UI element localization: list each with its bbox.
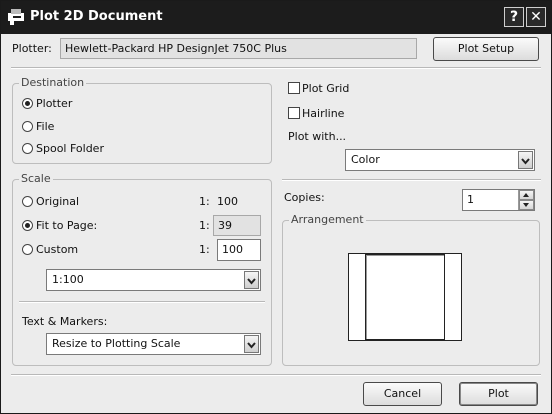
- text-markers-value: Resize to Plotting Scale: [52, 337, 181, 350]
- scale-custom-ratio: 1:: [199, 243, 210, 256]
- plotter-name-field: Hewlett-Packard HP DesignJet 750C Plus: [60, 38, 417, 59]
- copies-label: Copies:: [284, 191, 325, 204]
- arrangement-sheet-preview: [348, 253, 462, 341]
- chevron-down-icon: [521, 158, 530, 165]
- scale-fit-value-field: 39: [213, 215, 261, 236]
- copies-decrement-button[interactable]: [519, 200, 534, 210]
- plot-with-label: Plot with...: [288, 130, 347, 143]
- divider-scale: [19, 301, 265, 303]
- triangle-up-icon: [523, 193, 529, 197]
- close-icon: ✕: [530, 9, 542, 25]
- copies-stepper[interactable]: [518, 190, 534, 210]
- scale-original-ratio: 1:: [199, 195, 210, 208]
- arrangement-legend: Arrangement: [289, 213, 366, 226]
- hairline-label[interactable]: Hairline: [302, 107, 344, 120]
- scale-original-radio[interactable]: [22, 196, 33, 207]
- plot-button[interactable]: Plot: [459, 382, 538, 406]
- destination-legend: Destination: [19, 76, 87, 89]
- plot-with-value: Color: [351, 153, 380, 166]
- text-markers-label: Text & Markers:: [22, 315, 108, 328]
- scale-preset-dropdown-button[interactable]: [244, 271, 259, 289]
- plotter-app-icon: [8, 9, 24, 25]
- dialog-title: Plot 2D Document: [30, 9, 163, 24]
- chevron-down-icon: [247, 342, 256, 349]
- plotter-name-value: Hewlett-Packard HP DesignJet 750C Plus: [65, 42, 287, 55]
- scale-custom-radio[interactable]: [22, 244, 33, 255]
- divider-top: [11, 67, 541, 69]
- copies-input[interactable]: 1: [462, 189, 535, 211]
- plotter-label: Plotter:: [12, 42, 52, 55]
- close-button[interactable]: ✕: [526, 7, 546, 27]
- plot-with-select[interactable]: Color: [345, 149, 535, 171]
- scale-preset-select[interactable]: 1:100: [46, 269, 261, 291]
- scale-custom-value: 100: [222, 243, 243, 256]
- plot-2d-document-dialog: Plot 2D Document ? ✕ Plotter: Hewlett-Pa…: [0, 0, 552, 414]
- scale-custom-label[interactable]: Custom: [36, 243, 78, 256]
- text-markers-select[interactable]: Resize to Plotting Scale: [46, 333, 261, 355]
- plot-grid-label[interactable]: Plot Grid: [302, 82, 349, 95]
- destination-spool-folder-label[interactable]: Spool Folder: [36, 142, 104, 155]
- scale-legend: Scale: [19, 172, 53, 185]
- scale-original-value: 100: [217, 195, 238, 208]
- scale-preset-value: 1:100: [52, 273, 84, 286]
- scale-fit-to-page-radio[interactable]: [22, 220, 33, 231]
- title-bar[interactable]: Plot 2D Document ? ✕: [1, 1, 551, 34]
- plot-grid-checkbox[interactable]: [288, 82, 300, 94]
- help-icon: ?: [509, 9, 519, 25]
- destination-file-radio[interactable]: [22, 121, 33, 132]
- scale-custom-input[interactable]: 100: [217, 239, 261, 261]
- divider-right: [282, 179, 541, 181]
- hairline-checkbox[interactable]: [288, 107, 300, 119]
- cancel-button[interactable]: Cancel: [363, 382, 442, 406]
- destination-plotter-radio[interactable]: [22, 98, 33, 109]
- chevron-down-icon: [247, 278, 256, 285]
- text-markers-dropdown-button[interactable]: [244, 335, 259, 353]
- scale-fit-ratio: 1:: [199, 219, 210, 232]
- destination-plotter-label[interactable]: Plotter: [36, 97, 72, 110]
- triangle-down-icon: [523, 203, 529, 207]
- destination-file-label[interactable]: File: [36, 120, 54, 133]
- plot-with-dropdown-button[interactable]: [518, 151, 533, 169]
- arrangement-plot-area: [365, 254, 445, 340]
- copies-increment-button[interactable]: [519, 190, 534, 200]
- plot-setup-button[interactable]: Plot Setup: [433, 37, 539, 61]
- scale-fit-value: 39: [218, 219, 232, 232]
- help-button[interactable]: ?: [504, 7, 524, 27]
- copies-value: 1: [467, 193, 474, 206]
- scale-fit-to-page-label[interactable]: Fit to Page:: [36, 219, 97, 232]
- divider-bottom: [11, 374, 541, 376]
- scale-original-label[interactable]: Original: [36, 195, 79, 208]
- destination-spool-folder-radio[interactable]: [22, 143, 33, 154]
